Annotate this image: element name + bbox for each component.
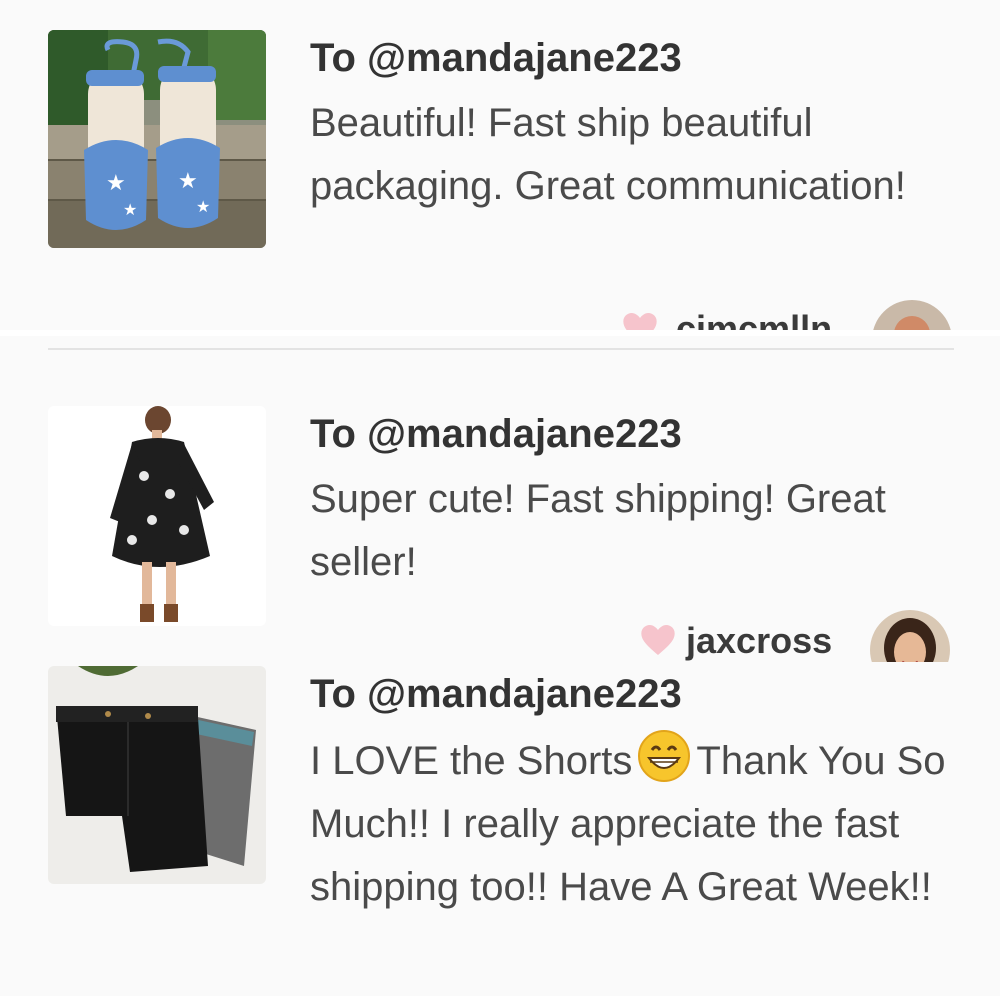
sandals-image: ★ ★ ★ ★ xyxy=(48,30,266,248)
svg-text:★: ★ xyxy=(123,200,137,219)
buyer-username[interactable]: cimcmlln xyxy=(676,308,832,330)
review-comment: Beautiful! Fast ship beautiful packaging… xyxy=(310,101,906,208)
review-recipient: To @mandajane223 xyxy=(310,672,682,716)
dress-image xyxy=(48,406,266,626)
review-recipient: To @mandajane223 xyxy=(310,412,682,456)
buyer-avatar[interactable] xyxy=(872,300,952,330)
item-thumbnail-sandals[interactable]: ★ ★ ★ ★ xyxy=(48,30,266,248)
svg-text:★: ★ xyxy=(106,171,126,196)
heart-icon[interactable] xyxy=(620,308,660,330)
shorts-image xyxy=(48,666,266,884)
review-card: ★ ★ ★ ★ To @mandajane223 Beautiful! Fast… xyxy=(0,0,1000,330)
review-card: To @mandajane223 Super cute! Fast shippi… xyxy=(0,336,1000,662)
divider xyxy=(48,348,954,350)
heart-icon[interactable] xyxy=(638,620,678,660)
avatar-image xyxy=(872,300,952,330)
item-thumbnail-dress[interactable] xyxy=(48,406,266,626)
comment-text-start: I LOVE the Shorts xyxy=(310,739,633,783)
review-recipient: To @mandajane223 xyxy=(310,36,682,80)
review-comment: I LOVE the Shorts Thank You So Much!! I r… xyxy=(310,728,950,919)
review-author[interactable]: jaxcross xyxy=(620,610,1000,662)
buyer-avatar[interactable] xyxy=(870,610,950,662)
review-card: To @mandajane223 I LOVE the Shorts Thank … xyxy=(0,662,1000,996)
review-author[interactable]: cimcmlln xyxy=(620,300,1000,330)
svg-text:★: ★ xyxy=(196,197,210,216)
svg-text:★: ★ xyxy=(178,169,198,194)
buyer-username[interactable]: jaxcross xyxy=(686,620,832,662)
item-thumbnail-shorts[interactable] xyxy=(48,666,266,884)
grinning-face-emoji xyxy=(638,730,691,782)
review-comment: Super cute! Fast shipping! Great seller! xyxy=(310,477,886,584)
avatar-image xyxy=(870,610,950,662)
